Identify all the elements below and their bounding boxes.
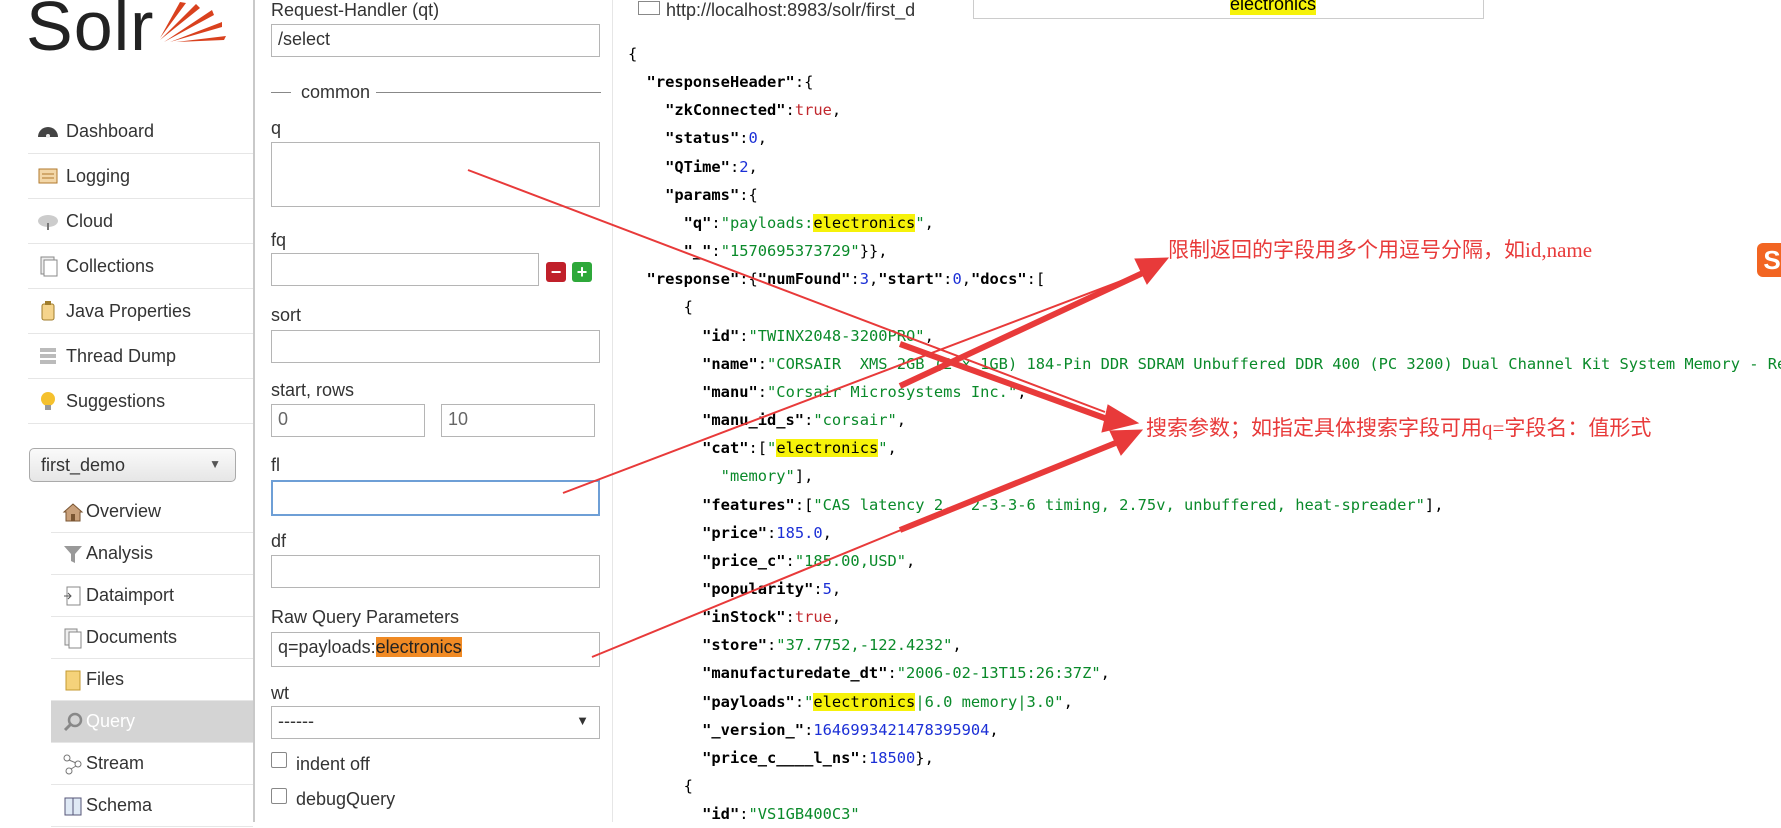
arrow-fl-head: [1134, 257, 1170, 285]
arrow-fl-line: [562, 269, 1151, 494]
annotation-arrows: [467, 169, 1170, 658]
arrow-raw-thick: [898, 439, 1120, 533]
app-badge-icon: S: [1757, 243, 1781, 277]
arrow-fl-thick: [898, 269, 1147, 389]
arrow-q-thick: [898, 341, 1112, 423]
arrow-raw-head: [1109, 429, 1144, 456]
note-q: 搜索参数；如指定具体搜索字段可用q=字段名：值形式: [1146, 416, 1652, 440]
note-fl: 限制返回的字段用多个用逗号分隔，如id,name: [1168, 238, 1593, 262]
arrow-q-line: [467, 169, 1106, 413]
arrow-q-head: [1101, 404, 1140, 433]
